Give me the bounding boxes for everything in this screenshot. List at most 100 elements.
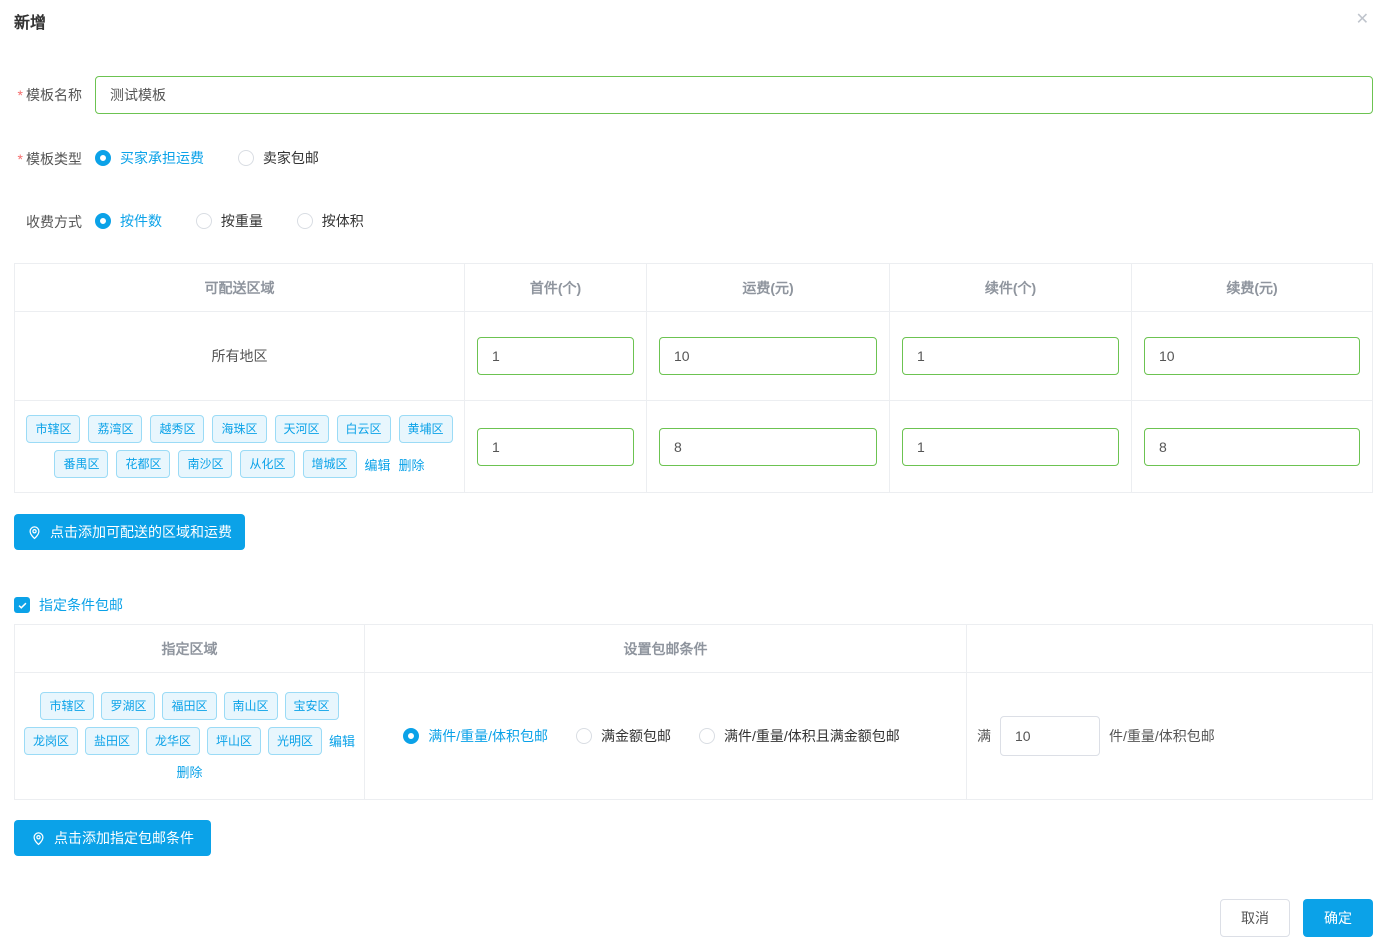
district-tag: 市辖区 (40, 692, 94, 720)
district-tag: 南山区 (224, 692, 278, 720)
first-piece-input[interactable] (477, 337, 634, 375)
radio-icon (403, 728, 419, 744)
tag-line: 市辖区罗湖区福田区南山区宝安区 (21, 692, 358, 720)
radio-option[interactable]: 按重量 (196, 211, 263, 231)
area-tags: 市辖区荔湾区越秀区海珠区天河区白云区黄埔区 番禺区花都区南沙区从化区增城区 编辑… (15, 405, 464, 488)
shipping-fee-input[interactable] (659, 428, 877, 466)
required-mark: * (18, 151, 23, 167)
free-shipping-checkbox[interactable] (14, 597, 30, 613)
district-tag: 光明区 (268, 727, 322, 755)
column-header: 可配送区域 (15, 264, 464, 311)
free-shipping-label[interactable]: 指定条件包邮 (39, 595, 123, 615)
column-header: 续费(元) (1131, 264, 1372, 311)
radio-option-label: 满金额包邮 (601, 726, 671, 746)
radio-option[interactable]: 按件数 (95, 211, 162, 231)
next-piece-input[interactable] (902, 337, 1119, 375)
shipping-table-header: 可配送区域首件(个)运费(元)续件(个)续费(元) (15, 264, 1372, 311)
add-condition-button[interactable]: 点击添加指定包邮条件 (14, 820, 211, 856)
next-piece-input[interactable] (902, 428, 1119, 466)
radio-option-label: 按体积 (322, 211, 364, 231)
radio-icon (297, 213, 313, 229)
radio-option-label: 买家承担运费 (120, 148, 204, 168)
district-tag: 白云区 (337, 415, 391, 443)
edit-link[interactable]: 编辑 (329, 731, 355, 750)
column-header: 续件(个) (889, 264, 1131, 311)
free-shipping-row: 指定条件包邮 (14, 595, 1373, 615)
column-header: 首件(个) (464, 264, 646, 311)
district-tag: 从化区 (240, 450, 294, 478)
district-tag: 盐田区 (85, 727, 139, 755)
radio-option-label: 按重量 (221, 211, 263, 231)
radio-icon (95, 150, 111, 166)
district-tag: 花都区 (116, 450, 170, 478)
radio-option[interactable]: 满件/重量/体积包邮 (403, 726, 548, 746)
threshold-suffix: 件/重量/体积包邮 (1109, 726, 1215, 746)
area-all-regions: 所有地区 (212, 346, 268, 366)
radio-option-label: 卖家包邮 (263, 148, 319, 168)
radio-icon (196, 213, 212, 229)
district-tag: 宝安区 (285, 692, 339, 720)
radio-option[interactable]: 满件/重量/体积且满金额包邮 (699, 726, 900, 746)
location-pin-icon (27, 525, 42, 540)
template-name-input[interactable] (95, 76, 1373, 114)
district-tag: 天河区 (275, 415, 329, 443)
next-fee-input[interactable] (1144, 428, 1360, 466)
confirm-button[interactable]: 确定 (1303, 899, 1373, 937)
tag-line: 删除 (21, 762, 358, 781)
charge-method-label: 收费方式 (14, 212, 82, 232)
dialog-title: 新增 (14, 13, 1373, 35)
tag-line: 龙岗区盐田区龙华区坪山区光明区 编辑 (21, 727, 358, 755)
column-header: 指定区域 (15, 625, 364, 672)
radio-option-label: 满件/重量/体积且满金额包邮 (724, 726, 900, 746)
district-tag: 番禺区 (54, 450, 108, 478)
close-icon[interactable]: ✕ (1356, 10, 1369, 30)
table-row: 市辖区罗湖区福田区南山区宝安区 龙岗区盐田区龙华区坪山区光明区 编辑 删除 满件… (15, 672, 1372, 799)
district-tag: 越秀区 (150, 415, 204, 443)
next-fee-input[interactable] (1144, 337, 1360, 375)
delete-link[interactable]: 删除 (399, 455, 425, 474)
edit-link[interactable]: 编辑 (365, 455, 391, 474)
column-header: 设置包邮条件 (364, 625, 966, 672)
template-type-options: 买家承担运费 卖家包邮 (95, 148, 349, 169)
free-shipping-condition-table: 指定区域设置包邮条件 市辖区罗湖区福田区南山区宝安区 龙岗区盐田区龙华区坪山区光… (14, 624, 1373, 800)
shipping-fee-input[interactable] (659, 337, 877, 375)
district-tag: 南沙区 (178, 450, 232, 478)
district-tag: 增城区 (303, 450, 357, 478)
district-tag: 海珠区 (212, 415, 266, 443)
district-tag: 龙岗区 (24, 727, 78, 755)
radio-icon (576, 728, 592, 744)
charge-method-row: 收费方式 按件数 按重量 按体积 (14, 211, 1373, 232)
required-mark: * (18, 87, 23, 103)
radio-option[interactable]: 买家承担运费 (95, 148, 204, 168)
radio-option[interactable]: 按体积 (297, 211, 364, 231)
cancel-button[interactable]: 取消 (1220, 899, 1290, 937)
add-area-button-label: 点击添加可配送的区域和运费 (50, 522, 232, 542)
tag-line: 市辖区荔湾区越秀区海珠区天河区白云区黄埔区 (23, 415, 456, 443)
add-area-button[interactable]: 点击添加可配送的区域和运费 (14, 514, 245, 550)
condition-area-tags: 市辖区罗湖区福田区南山区宝安区 龙岗区盐田区龙华区坪山区光明区 编辑 删除 (15, 682, 364, 791)
check-icon (17, 600, 28, 611)
radio-icon (95, 213, 111, 229)
location-pin-icon (31, 831, 46, 846)
district-tag: 龙华区 (146, 727, 200, 755)
radio-icon (238, 150, 254, 166)
condition-table-header: 指定区域设置包邮条件 (15, 625, 1372, 672)
column-header: 运费(元) (646, 264, 889, 311)
template-name-row: *模板名称 (14, 76, 1373, 114)
radio-option-label: 满件/重量/体积包邮 (428, 726, 548, 746)
first-piece-input[interactable] (477, 428, 634, 466)
district-tag: 坪山区 (207, 727, 261, 755)
radio-option[interactable]: 满金额包邮 (576, 726, 671, 746)
radio-option[interactable]: 卖家包邮 (238, 148, 319, 168)
add-condition-button-label: 点击添加指定包邮条件 (54, 828, 194, 848)
template-type-row: *模板类型 买家承担运费 卖家包邮 (14, 148, 1373, 169)
charge-method-options: 按件数 按重量 按体积 (95, 211, 394, 232)
district-tag: 荔湾区 (88, 415, 142, 443)
district-tag: 黄埔区 (399, 415, 453, 443)
column-header (966, 625, 1372, 672)
table-row: 市辖区荔湾区越秀区海珠区天河区白云区黄埔区 番禺区花都区南沙区从化区增城区 编辑… (15, 400, 1372, 492)
template-type-label: *模板类型 (14, 149, 82, 169)
delete-link[interactable]: 删除 (176, 762, 202, 781)
threshold-input[interactable] (1000, 716, 1100, 756)
add-template-dialog: 新增 ✕ *模板名称 *模板类型 买家承担运费 卖家包邮 收费方式 按件数 按重… (0, 0, 1387, 937)
